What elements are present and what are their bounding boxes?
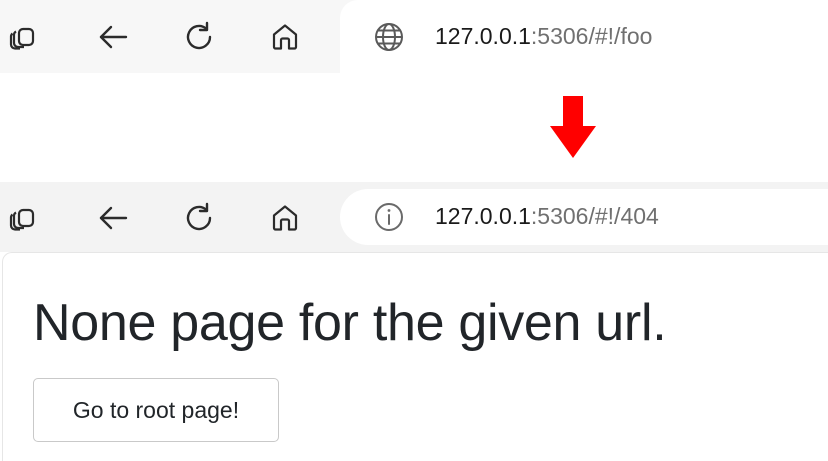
url-host: 127.0.0.1 — [435, 22, 531, 49]
screenshot-frame: 127.0.0.1:5306/#!/foo 127.0.0.1:5306/#!/… — [0, 0, 828, 461]
browser-toolbar-after: 127.0.0.1:5306/#!/404 — [0, 182, 828, 252]
url-host: 127.0.0.1 — [435, 202, 531, 229]
back-arrow-icon[interactable] — [93, 17, 133, 57]
back-arrow-icon[interactable] — [93, 198, 133, 238]
reload-icon[interactable] — [179, 198, 219, 238]
page-title: None page for the given url. — [33, 294, 667, 352]
globe-icon[interactable] — [372, 20, 406, 54]
arrow-down-icon — [550, 96, 596, 158]
reload-icon[interactable] — [179, 17, 219, 57]
page-content: None page for the given url. Go to root … — [2, 252, 828, 461]
home-icon[interactable] — [265, 17, 305, 57]
url-path: :5306/#!/foo — [530, 22, 653, 49]
tab-actions-icon[interactable] — [3, 198, 43, 238]
url-path: :5306/#!/404 — [530, 202, 659, 229]
home-icon[interactable] — [265, 198, 305, 238]
info-icon[interactable] — [372, 200, 406, 234]
address-bar-before[interactable]: 127.0.0.1:5306/#!/foo — [340, 0, 828, 73]
tab-actions-icon[interactable] — [3, 17, 43, 57]
url-text[interactable]: 127.0.0.1:5306/#!/foo — [435, 22, 652, 49]
url-text[interactable]: 127.0.0.1:5306/#!/404 — [435, 203, 659, 230]
browser-toolbar-before: 127.0.0.1:5306/#!/foo — [0, 0, 828, 73]
go-to-root-button[interactable]: Go to root page! — [33, 378, 279, 442]
address-bar-after[interactable]: 127.0.0.1:5306/#!/404 — [340, 189, 828, 245]
